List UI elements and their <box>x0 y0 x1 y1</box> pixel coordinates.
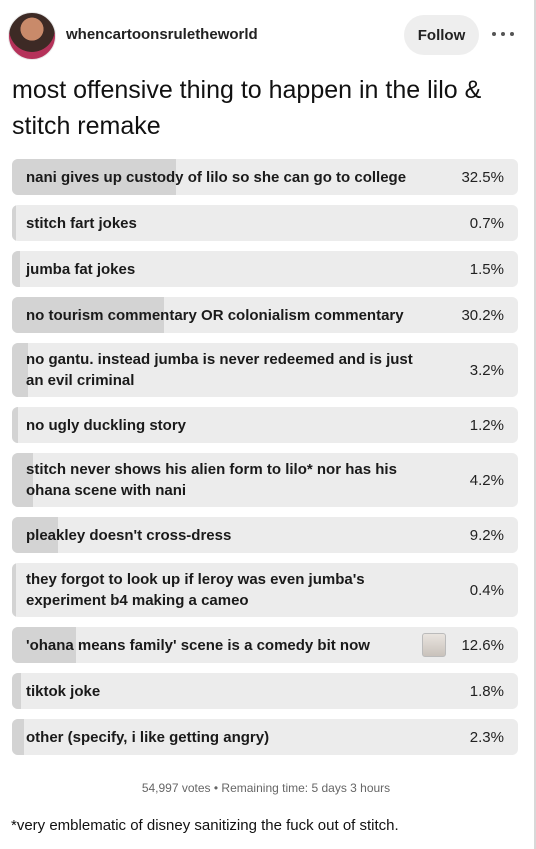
poll-option-percent: 0.7% <box>469 214 504 232</box>
poll-option-label: nani gives up custody of lilo so she can… <box>26 168 407 186</box>
meta-separator: • <box>213 781 219 795</box>
poll-option-percent: 32.5% <box>461 168 504 186</box>
more-horizontal-icon[interactable] <box>492 26 514 42</box>
poll-option-fill <box>12 205 16 241</box>
poll-option[interactable]: jumba fat jokes 1.5% <box>12 251 518 287</box>
follow-button[interactable]: Follow <box>404 15 479 55</box>
poll-option-label: other (specify, i like getting angry) <box>26 728 270 746</box>
poll-option-label: no tourism commentary OR colonialism com… <box>26 306 404 324</box>
poll-option-fill <box>12 719 24 755</box>
dot-icon <box>510 32 514 36</box>
username-link[interactable]: whencartoonsruletheworld <box>66 26 258 43</box>
post-title: most offensive thing to happen in the li… <box>12 76 482 140</box>
poll-option-percent: 1.5% <box>469 260 504 278</box>
poll-option-label: jumba fat jokes <box>26 260 136 278</box>
poll-option-label: stitch never shows his alien form to lil… <box>26 461 397 499</box>
poll-option-label: 'ohana means family' scene is a comedy b… <box>26 636 370 654</box>
poll-option-fill <box>12 563 16 617</box>
poll-option-percent: 1.2% <box>469 416 504 434</box>
poll-option[interactable]: no ugly duckling story 1.2% <box>12 407 518 443</box>
poll-option-percent: 0.4% <box>469 581 504 599</box>
post-header: whencartoonsruletheworld Follow <box>0 0 534 72</box>
poll-option-fill <box>12 407 19 443</box>
poll-option-fill <box>12 251 20 287</box>
poll-option-label: no ugly duckling story <box>26 416 187 434</box>
poll-option-percent: 30.2% <box>461 306 504 324</box>
dot-icon <box>501 32 505 36</box>
poll-option-label: they forgot to look up if leroy was even… <box>26 571 365 609</box>
poll-option-label: no gantu. instead jumba is never redeeme… <box>26 351 413 389</box>
poll-option-percent: 12.6% <box>461 636 504 654</box>
poll-option[interactable]: no tourism commentary OR colonialism com… <box>12 297 518 333</box>
poll-option-label: pleakley doesn't cross-dress <box>26 526 232 544</box>
poll-option[interactable]: stitch never shows his alien form to lil… <box>12 453 518 507</box>
poll-option-label: stitch fart jokes <box>26 214 137 232</box>
poll-option[interactable]: nani gives up custody of lilo so she can… <box>12 159 518 195</box>
poll-option-percent: 1.8% <box>469 682 504 700</box>
poll-option[interactable]: 'ohana means family' scene is a comedy b… <box>12 627 518 663</box>
dot-icon <box>492 32 496 36</box>
remaining-time: Remaining time: 5 days 3 hours <box>221 781 391 795</box>
poll-option-percent: 3.2% <box>469 361 504 379</box>
poll-option-label: tiktok joke <box>26 682 101 700</box>
poll-option[interactable]: they forgot to look up if leroy was even… <box>12 563 518 617</box>
poll-option-percent: 4.2% <box>469 471 504 489</box>
post-footnote: *very emblematic of disney sanitizing th… <box>11 817 399 834</box>
poll-option[interactable]: no gantu. instead jumba is never redeeme… <box>12 343 518 397</box>
poll-option-percent: 9.2% <box>469 526 504 544</box>
vote-count: 54,997 votes <box>141 781 211 795</box>
poll-option[interactable]: pleakley doesn't cross-dress 9.2% <box>12 517 518 553</box>
poll-option[interactable]: stitch fart jokes 0.7% <box>12 205 518 241</box>
avatar[interactable] <box>8 12 56 60</box>
poll-option-fill <box>12 673 22 709</box>
poll-meta: 54,997 votes • Remaining time: 5 days 3 … <box>0 781 532 795</box>
poll-option[interactable]: other (specify, i like getting angry) 2.3… <box>12 719 518 755</box>
poll-option[interactable]: tiktok joke 1.8% <box>12 673 518 709</box>
voter-avatar <box>422 633 446 657</box>
poll-option-percent: 2.3% <box>469 728 504 746</box>
